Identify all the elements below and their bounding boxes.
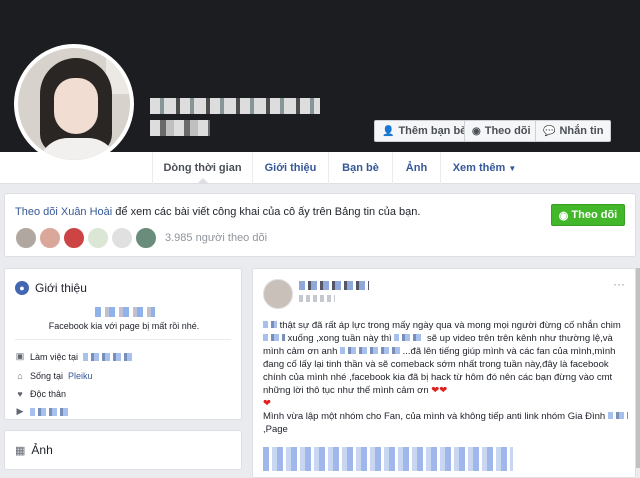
photos-card: ▦ Ảnh (4, 430, 242, 470)
post-author-avatar[interactable] (263, 279, 293, 309)
intro-youtube-row: ▶ (15, 406, 70, 417)
tab-photos[interactable]: Ảnh (392, 152, 440, 184)
message-label: Nhắn tin (559, 125, 604, 137)
redacted (263, 334, 285, 341)
follower-avatar[interactable] (111, 227, 133, 249)
post-author-redacted[interactable] (299, 281, 369, 290)
photos-heading: ▦ Ảnh (15, 443, 53, 457)
post-body: thật sự đã rất áp lực trong mấy ngày qua… (263, 319, 631, 436)
intro-relationship-row: ♥ Độc thân (15, 389, 66, 399)
caret-down-icon: ▼ (508, 164, 517, 173)
rss-icon: ◉ (472, 125, 481, 137)
intro-title: Giới thiệu (35, 281, 87, 295)
intro-work-row: ▣ Làm việc tại (15, 351, 134, 362)
youtube-icon: ▶ (16, 406, 24, 416)
globe-icon: ● (15, 281, 29, 295)
face (54, 78, 98, 134)
intro-divider (15, 339, 231, 340)
redacted (263, 321, 277, 328)
post-text-5: Mình vừa lập một nhóm cho Fan, của mình … (263, 411, 606, 422)
intro-heading: ● Giới thiệu (15, 281, 87, 295)
redacted (340, 347, 400, 354)
follower-avatars: 3.985 người theo dõi (15, 226, 267, 250)
add-friend-button[interactable]: 👤 Thêm bạn bè (374, 120, 475, 142)
followers-count: 3.985 người theo dõi (165, 232, 268, 244)
tab-timeline[interactable]: Dòng thời gian (152, 152, 252, 184)
profile-name-redacted-2 (150, 120, 210, 136)
tab-friends[interactable]: Bạn bè (328, 152, 392, 184)
timeline-post: ··· thật sự đã rất áp lực trong mấy ngày… (252, 268, 636, 478)
follow-green-button[interactable]: ◉ Theo dõi (551, 204, 625, 226)
follow-profile-link[interactable]: Theo dõi Xuân Hoài (15, 206, 112, 218)
intro-lives-row: ⌂ Sống tại Pleiku (15, 371, 93, 381)
redacted (394, 334, 425, 341)
photos-title[interactable]: Ảnh (31, 443, 52, 457)
heart-emoji-icon: ❤❤ (431, 385, 448, 396)
post-date-redacted[interactable] (299, 295, 335, 302)
follower-avatar[interactable] (135, 227, 157, 249)
lives-label: Sống tại (30, 371, 64, 381)
follower-avatar[interactable] (87, 227, 109, 249)
tab-about[interactable]: Giới thiệu (252, 152, 328, 184)
lives-place-link[interactable]: Pleiku (68, 371, 93, 381)
add-friend-icon: 👤 (382, 125, 395, 137)
message-button[interactable]: 💬 Nhắn tin (535, 120, 612, 142)
page-scrollbar[interactable] (636, 268, 640, 468)
profile-name-redacted (150, 98, 320, 114)
youtube-link-redacted[interactable] (30, 407, 70, 416)
briefcase-icon: ▣ (15, 351, 25, 361)
messenger-icon: 💬 (543, 125, 556, 137)
post-text-2: xuống ,xong tuần này thì (287, 333, 392, 344)
follow-prompt-description: để xem các bài viết công khai của cô ấy … (112, 206, 421, 218)
follow-green-label: Theo dõi (571, 209, 618, 221)
intro-redacted (95, 307, 155, 317)
post-text-1: thật sự đã rất áp lực trong mấy ngày qua… (279, 320, 621, 331)
profile-picture[interactable] (14, 44, 134, 164)
follower-avatar[interactable] (15, 227, 37, 249)
post-links-redacted[interactable] (263, 447, 513, 471)
tab-more[interactable]: Xem thêm ▼ (440, 152, 528, 184)
rss-icon: ◉ (558, 209, 569, 222)
add-friend-label: Thêm bạn bè (398, 125, 467, 137)
photo-icon: ▦ (15, 444, 26, 457)
follower-avatar[interactable] (39, 227, 61, 249)
work-label: Làm việc tại (30, 351, 79, 362)
tab-more-label: Xem thêm (452, 162, 506, 174)
redacted (607, 412, 628, 419)
follow-prompt-text: Theo dõi Xuân Hoài để xem các bài viết c… (15, 206, 420, 218)
heart-icon: ♥ (17, 389, 23, 399)
relationship-status: Độc thân (30, 389, 67, 399)
post-options-icon[interactable]: ··· (613, 277, 625, 291)
intro-bio: Facebook kia với page bị mất rồi nhé. (48, 321, 200, 331)
intro-card: ● Giới thiệu Facebook kia với page bị mấ… (4, 268, 242, 420)
follow-button[interactable]: ◉ Theo dõi (464, 120, 539, 142)
post-text-6: ,Page (263, 424, 288, 435)
heart-emoji-icon: ❤ (263, 398, 271, 409)
follower-avatar[interactable] (63, 227, 85, 249)
follow-prompt-card: Theo dõi Xuân Hoài để xem các bài viết c… (4, 193, 636, 257)
work-place-redacted[interactable] (83, 352, 134, 361)
home-icon: ⌂ (17, 371, 23, 381)
follow-label: Theo dõi (484, 125, 531, 137)
